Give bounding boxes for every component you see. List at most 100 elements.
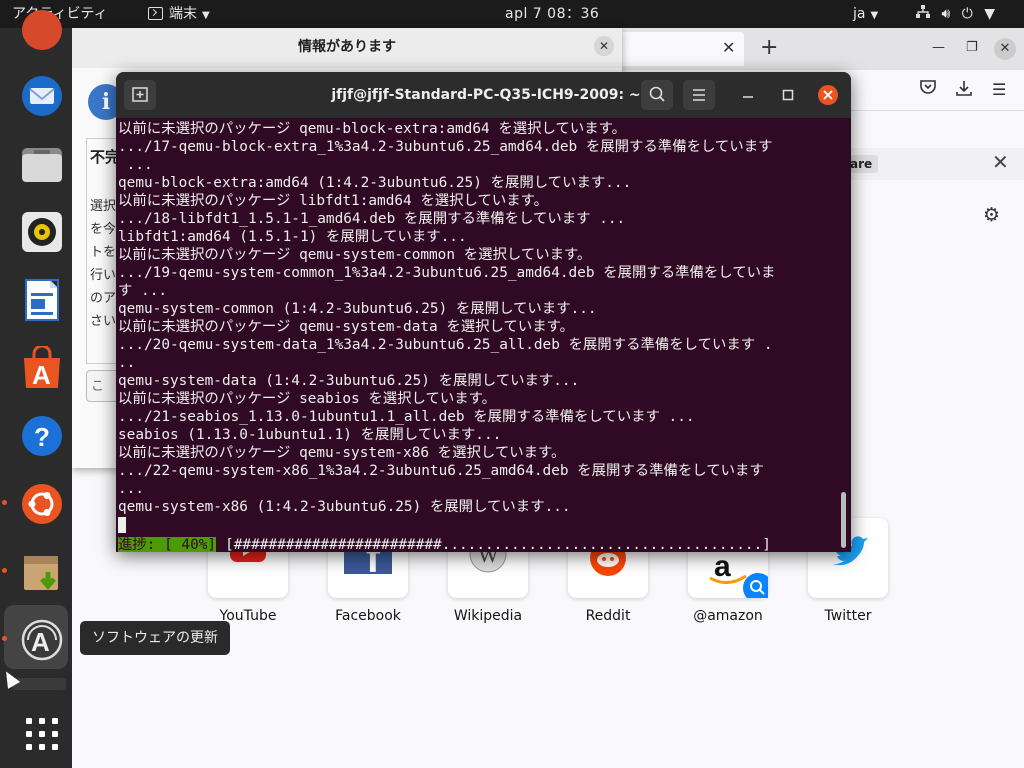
terminal-line: .../18-libfdt1_1.5.1-1_amd64.deb を展開する準備… [118, 211, 626, 227]
shortcut-label: Twitter [824, 608, 872, 624]
dock-item-software-updater[interactable]: A [2, 610, 64, 666]
shortcut-label: Reddit [585, 608, 631, 624]
dock-item-help[interactable]: ? [8, 406, 64, 462]
progress-line: 進捗: [ 40%] [########################.....… [118, 536, 771, 552]
dock-item-partial-app[interactable] [8, 0, 64, 56]
terminal-cursor [118, 517, 126, 533]
terminal-line: qemu-system-common (1:4.2-3ubuntu6.25) を… [118, 301, 597, 317]
terminal-line: .../19-qemu-system-common_1%3a4.2-3ubunt… [118, 265, 776, 281]
system-menu[interactable]: 🔊︎ ⏻ ▼ [916, 0, 1002, 28]
terminal-line: qemu-system-data (1:4.2-3ubuntu6.25) を展開… [118, 373, 580, 389]
dialog-text-line: を今 [90, 222, 117, 237]
terminal-icon [148, 7, 163, 20]
svg-text:a: a [714, 550, 731, 583]
shortcut-label: Facebook [335, 608, 401, 624]
writer-icon [25, 279, 59, 321]
menu-icon[interactable]: ☰ [992, 80, 1006, 99]
dock: A ? A [0, 10, 72, 768]
maximize-icon[interactable] [781, 88, 795, 102]
menu-icon [693, 89, 705, 101]
dialog-title: 情報があります [72, 28, 622, 68]
dock-item-rhythmbox[interactable] [8, 202, 64, 258]
dialog-text-line: 選択 [90, 199, 117, 214]
terminal-line: libfdt1:amd64 (1.5.1-1) を展開しています... [118, 229, 467, 245]
close-window-icon[interactable] [817, 84, 839, 106]
dialog-text-line: のア [90, 291, 117, 306]
show-applications-button[interactable] [8, 704, 64, 760]
ubuntu-icon [22, 484, 62, 524]
running-indicator [2, 636, 7, 641]
dock-tooltip: ソフトウェアの更新 [80, 621, 230, 655]
terminal-line: qemu-block-extra:amd64 (1:4.2-3ubuntu6.2… [118, 175, 632, 191]
terminal-line: 以前に未選択のパッケージ qemu-system-data を選択しています。 [118, 319, 574, 335]
terminal-scrollbar[interactable] [841, 492, 846, 548]
gear-icon[interactable]: ⚙ [983, 204, 1000, 226]
close-window-icon[interactable]: ✕ [994, 38, 1016, 60]
shortcut-label: Wikipedia [453, 608, 523, 624]
svg-text:?: ? [34, 422, 50, 452]
svg-text:A: A [32, 360, 51, 390]
close-tab-icon[interactable]: ✕ [722, 38, 735, 57]
terminal-line: .../20-qemu-system-data_1%3a4.2-3ubuntu6… [118, 337, 773, 353]
terminal-output[interactable]: 以前に未選択のパッケージ qemu-block-extra:amd64 を選択し… [118, 120, 846, 516]
pocket-icon[interactable] [920, 80, 936, 99]
terminal-line: .../22-qemu-system-x86_1%3a4.2-3ubuntu6.… [118, 463, 764, 479]
files-icon [22, 148, 62, 182]
new-tab-button[interactable] [124, 80, 156, 110]
terminal-line: 以前に未選択のパッケージ qemu-system-common を選択しています… [118, 247, 592, 263]
chevron-down-icon: ▼ [870, 10, 879, 21]
input-method-menu[interactable]: ja ▼ [853, 0, 878, 28]
dialog-text-line: トを [90, 245, 117, 260]
dock-item-libreoffice-writer[interactable] [8, 270, 64, 326]
input-method-label: ja [853, 6, 866, 22]
search-icon [649, 86, 665, 102]
top-bar: アクティビティ 端末 ▼ apl 7 08：36 ja ▼ 🔊︎ ⏻ ▼ [0, 0, 1024, 28]
thunderbird-icon [22, 76, 62, 116]
rhythmbox-icon [22, 212, 62, 252]
dock-separator [12, 678, 66, 690]
running-indicator [2, 500, 7, 505]
new-tab-icon [132, 87, 148, 102]
terminal-line: .../21-seabios_1.13.0-1ubuntu1.1_all.deb… [118, 409, 695, 425]
terminal-line: す ... [118, 283, 168, 299]
app-menu-label: 端末 [169, 6, 197, 22]
terminal-line: seabios (1.13.0-1ubuntu1.1) を展開しています... [118, 427, 502, 443]
help-icon: ? [22, 416, 62, 456]
minimize-icon[interactable] [741, 88, 755, 102]
dialog-text-line: さい [90, 314, 117, 329]
search-button[interactable] [641, 80, 673, 110]
dock-item-thunderbird[interactable] [8, 66, 64, 122]
close-icon[interactable]: ✕ [594, 36, 614, 56]
terminal-line: 以前に未選択のパッケージ libfdt1:amd64 を選択しています。 [118, 193, 549, 209]
network-icon [916, 5, 934, 22]
close-icon[interactable]: ✕ [992, 150, 1009, 174]
new-tab-icon[interactable]: + [760, 35, 778, 60]
terminal-line: ... [118, 157, 153, 173]
svg-text:A: A [31, 627, 50, 657]
hamburger-menu-button[interactable] [683, 80, 715, 110]
terminal-line: .. [118, 355, 136, 371]
maximize-icon[interactable]: ❐ [966, 40, 978, 55]
terminal-line: 以前に未選択のパッケージ seabios を選択しています。 [118, 391, 497, 407]
minimize-icon[interactable]: — [932, 40, 945, 55]
terminal-line: .../17-qemu-block-extra_1%3a4.2-3ubuntu6… [118, 139, 773, 155]
clock[interactable]: apl 7 08：36 [505, 0, 599, 28]
progress-label: 進捗: [ 40%] [118, 537, 217, 552]
dock-item-ubuntu-app[interactable] [2, 474, 64, 530]
terminal-window[interactable]: jfjf@jfjf-Standard-PC-Q35-ICH9-2009: ~ 以… [116, 72, 851, 552]
dock-item-files[interactable] [8, 134, 64, 190]
download-icon[interactable] [956, 80, 972, 100]
dock-item-archive-installer[interactable] [2, 542, 64, 598]
chevron-down-icon: ▼ [984, 6, 996, 22]
terminal-title: jfjf@jfjf-Standard-PC-Q35-ICH9-2009: ~ [331, 87, 641, 103]
volume-icon: 🔊︎ [941, 6, 951, 22]
chevron-down-icon: ▼ [202, 10, 210, 21]
software-updater-icon: A [21, 619, 63, 661]
terminal-line: ... [118, 481, 144, 497]
terminal-line: 以前に未選択のパッケージ qemu-system-x86 を選択しています。 [118, 445, 566, 461]
dialog-text-line: 行い [90, 268, 117, 283]
app-menu[interactable]: 端末 ▼ [148, 0, 210, 28]
ubuntu-software-icon: A [24, 346, 60, 390]
dock-item-ubuntu-software[interactable]: A [8, 338, 64, 394]
power-icon: ⏻ [961, 6, 973, 22]
